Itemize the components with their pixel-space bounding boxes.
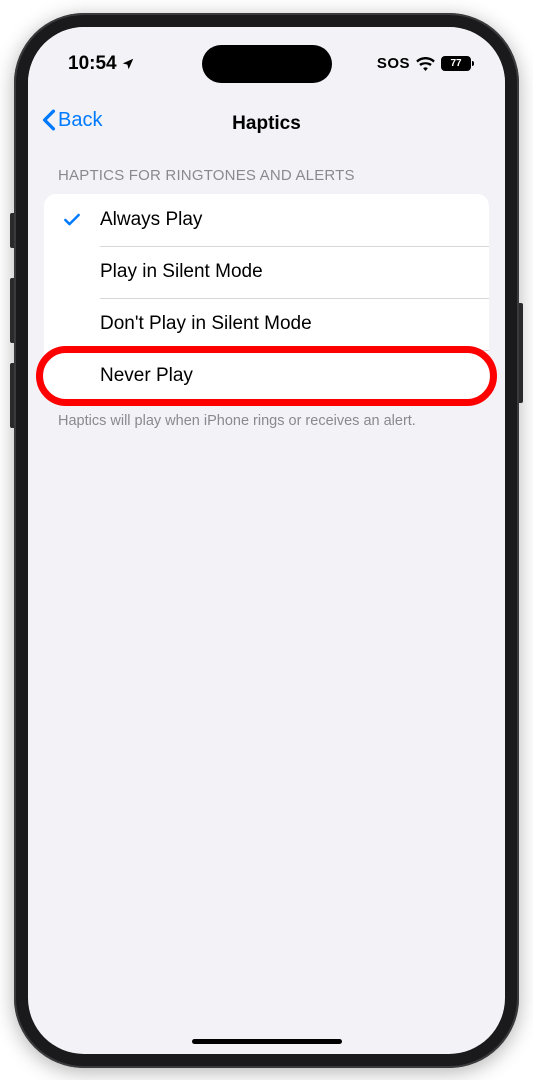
volume-down-button: [10, 363, 14, 428]
phone-frame: 10:54 SOS 77 Back: [14, 13, 519, 1068]
option-label: Always Play: [100, 209, 202, 231]
sos-indicator: SOS: [377, 55, 410, 72]
volume-up-button: [10, 278, 14, 343]
status-time: 10:54: [68, 53, 117, 75]
dynamic-island: [202, 45, 332, 83]
haptics-options-list: Always Play Play in Silent Mode Don't Pl…: [44, 194, 489, 402]
home-indicator[interactable]: [192, 1039, 342, 1044]
battery-icon: 77: [441, 56, 471, 71]
option-label: Don't Play in Silent Mode: [100, 313, 312, 335]
chevron-left-icon: [42, 109, 56, 131]
status-left: 10:54: [68, 53, 135, 75]
option-dont-play-silent-mode[interactable]: Don't Play in Silent Mode: [44, 298, 489, 350]
screen: 10:54 SOS 77 Back: [28, 27, 505, 1054]
option-play-silent-mode[interactable]: Play in Silent Mode: [44, 246, 489, 298]
back-button[interactable]: Back: [42, 109, 102, 132]
section-footer: Haptics will play when iPhone rings or r…: [44, 402, 489, 432]
section-header: HAPTICS FOR RINGTONES AND ALERTS: [44, 167, 489, 194]
option-always-play[interactable]: Always Play: [44, 194, 489, 246]
battery-percent: 77: [450, 58, 461, 69]
mute-switch: [10, 213, 14, 248]
back-label: Back: [58, 109, 102, 132]
status-right: SOS 77: [377, 55, 471, 72]
checkmark-icon: [62, 210, 100, 230]
option-label: Play in Silent Mode: [100, 261, 263, 283]
location-icon: [121, 57, 135, 71]
option-label: Never Play: [100, 365, 193, 387]
content: HAPTICS FOR RINGTONES AND ALERTS Always …: [28, 147, 505, 432]
wifi-icon: [416, 57, 435, 71]
power-button: [519, 303, 523, 403]
option-never-play[interactable]: Never Play: [44, 350, 489, 402]
